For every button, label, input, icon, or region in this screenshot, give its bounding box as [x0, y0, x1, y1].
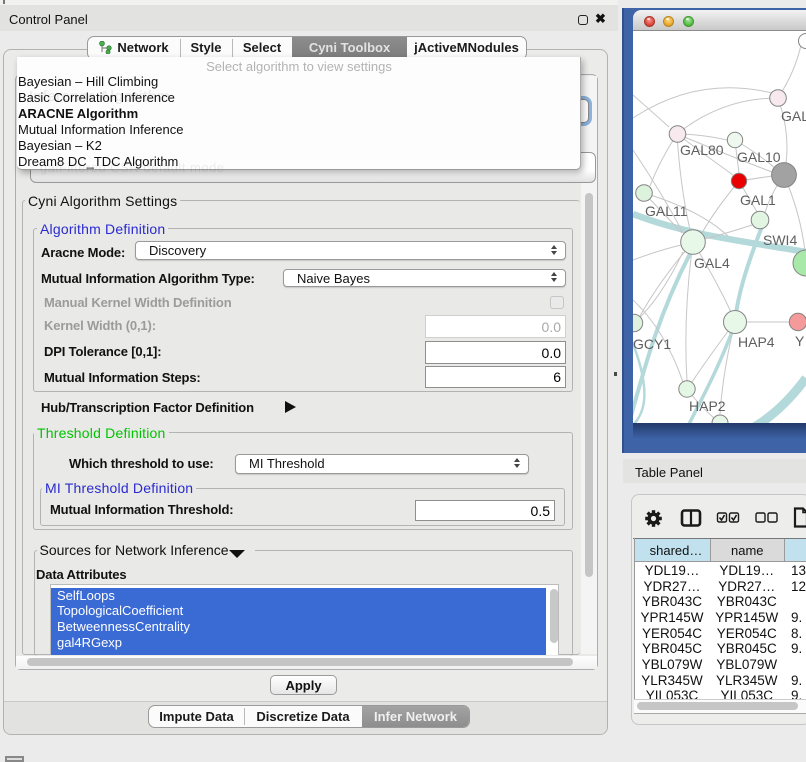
svg-text:GAL2: GAL2: [781, 108, 806, 124]
svg-text:GAL4: GAL4: [694, 255, 730, 271]
svg-text:GAL10: GAL10: [737, 149, 781, 165]
svg-text:Y: Y: [795, 333, 805, 349]
svg-text:GCY1: GCY1: [633, 336, 671, 352]
svg-text:SWI4: SWI4: [763, 232, 797, 248]
svg-text:GAL80: GAL80: [680, 142, 724, 158]
svg-text:HAP2: HAP2: [689, 398, 726, 414]
svg-text:GAL11: GAL11: [645, 203, 688, 219]
svg-text:HAP4: HAP4: [738, 334, 775, 350]
svg-text:GAL1: GAL1: [740, 192, 776, 208]
